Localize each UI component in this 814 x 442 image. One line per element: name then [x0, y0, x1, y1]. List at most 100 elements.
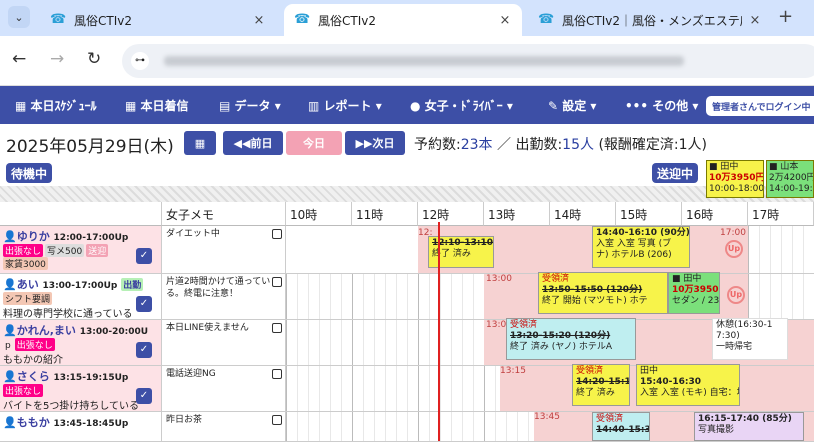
booking-line: 入室 入室 (モキ) 自宅：埼玉	[640, 388, 739, 398]
edit-icon[interactable]	[272, 277, 282, 287]
booking-card[interactable]: 受領済 13:50-15:50 (120分) 終了 開始 (マツモト) ホテ	[538, 272, 668, 314]
booking-card[interactable]: 田中15:40-16:30入室 入室 (モキ) 自宅：埼玉	[636, 364, 740, 406]
person-icon: 👤	[3, 370, 17, 383]
prev-day-button[interactable]: ◀◀前日	[223, 131, 283, 155]
booking-line: 7:30)	[716, 331, 740, 341]
browser-tab-2-active[interactable]: ☎ 風俗CTIv2 ×	[284, 4, 522, 36]
site-info-icon[interactable]: ⊶	[131, 52, 149, 70]
browser-tab-strip: ⌄ ☎ 風俗CTIv2 × ☎ 風俗CTIv2 × ☎ 風俗CTIv2｜風俗・メンズエステ…	[0, 0, 814, 36]
booking-card[interactable]: 14:40-16:10 (90分) 入室 入室 写真 (ブ ナ) ホテルB (206…	[592, 226, 690, 268]
booking-line: 終了 開始 (マツモト) ホテ	[542, 296, 648, 306]
address-input[interactable]: ⊶	[122, 44, 814, 78]
close-icon[interactable]: ×	[252, 13, 266, 28]
tab-search-button[interactable]: ⌄	[8, 6, 30, 28]
summary-label: (報酬確定済:1人)	[594, 137, 707, 153]
edit-icon[interactable]	[272, 369, 282, 379]
start-time-marker: 13:00	[486, 274, 512, 284]
new-tab-button[interactable]: +	[778, 6, 793, 27]
girl-name[interactable]: さくら	[17, 370, 50, 383]
person-icon: 👤	[3, 278, 17, 291]
girl-name[interactable]: ももか	[17, 416, 50, 429]
booking-line: 10万3950	[672, 285, 719, 295]
memo-cell[interactable]: 本日LINE使えません	[162, 320, 286, 365]
booking-line: セダン / 23-21	[672, 296, 720, 306]
edit-icon[interactable]	[272, 323, 282, 333]
booking-card[interactable]: 受領済14:20-15:10終了 済み	[572, 364, 630, 406]
driver-card[interactable]: ■ 田中 10万3950円 10:00-18:00	[706, 160, 764, 198]
favicon-icon: ☎	[50, 12, 67, 27]
tab-title: 風俗CTIv2	[318, 13, 376, 28]
girls-column-header	[0, 202, 162, 226]
girl-name[interactable]: ゆりか	[17, 230, 50, 243]
end-time-marker: 17:00	[720, 228, 746, 238]
waiting-area	[0, 186, 814, 202]
menu-label: データ ▾	[234, 99, 281, 113]
booking-card[interactable]: 受領済14:40-15:30	[592, 412, 650, 441]
browser-tab-1[interactable]: ☎ 風俗CTIv2 ×	[40, 4, 276, 36]
confirm-check-button[interactable]: ✓	[136, 388, 152, 404]
booking-line: ナ) ホテルB (206)	[596, 250, 672, 260]
close-icon[interactable]: ×	[498, 13, 512, 28]
booking-line: 田中	[640, 366, 659, 376]
menu-report[interactable]: ▥ レポート ▾	[308, 97, 382, 114]
login-status-badge: 管理者さんでログイン中	[706, 96, 814, 116]
reload-icon[interactable]: ↻	[87, 49, 101, 69]
girl-info[interactable]: 👤ももか 13:45-18:45Up	[0, 412, 162, 441]
driver-hours: 14:00-19:00	[769, 184, 813, 194]
person-icon: 👤	[3, 230, 17, 243]
next-day-button[interactable]: ▶▶次日	[345, 131, 405, 155]
tag: 出勤	[121, 278, 144, 291]
calendar-button[interactable]: ▦	[184, 131, 216, 155]
tag: シフト要調	[3, 292, 53, 305]
forward-arrow-icon[interactable]: →	[50, 49, 64, 69]
menu-girls-drivers[interactable]: ● 女子・ﾄﾞﾗｲﾊﾞｰ ▾	[410, 97, 513, 114]
booking-line: 一時帰宅	[716, 342, 753, 352]
shift-time: 13:15-19:15Up	[53, 373, 129, 383]
tag: 送迎	[86, 244, 109, 257]
driver-card[interactable]: ■ 山本2万4200円14:00-19:00	[766, 160, 814, 198]
shift-time: 13:00-17:00Up	[42, 281, 118, 291]
blurred-url	[164, 56, 684, 66]
current-time-line	[438, 222, 440, 441]
tab-title: 風俗CTIv2	[74, 13, 132, 28]
confirm-check-button[interactable]: ✓	[136, 296, 152, 312]
girl-row: 👤ももか 13:45-18:45Up 昨日お茶	[0, 412, 814, 442]
menu-other[interactable]: ••• その他 ▾	[625, 97, 698, 114]
browser-tab-3[interactable]: ☎ 風俗CTIv2｜風俗・メンズエステ店舗 ×	[528, 4, 772, 36]
memo-cell[interactable]: 昨日お茶	[162, 412, 286, 441]
menu-label: 女子・ﾄﾞﾗｲﾊﾞｰ ▾	[424, 99, 513, 113]
booking-card[interactable]: 16:15-17:40 (85分) 写真撮影	[694, 412, 804, 441]
attendance-count: 15人	[562, 137, 594, 153]
memo-cell[interactable]: 片道2時間かけて通ってい る。終電に注意！	[162, 274, 286, 319]
girl-row: 👤ゆりか 12:00-17:00Up 出張なし 写メ500 送迎 家賃3000 ダイ…	[0, 226, 814, 274]
summary-label: ／ 出勤数:	[492, 137, 563, 153]
menu-today-calls[interactable]: ▦ 本日着信	[125, 97, 189, 114]
tab-title: 風俗CTIv2｜風俗・メンズエステ店舗	[562, 13, 742, 28]
confirm-check-button[interactable]: ✓	[136, 342, 152, 358]
menu-today-schedule[interactable]: ▦ 本日ｽｹｼﾞｭｰﾙ	[15, 97, 97, 114]
memo-cell[interactable]: ダイエット中	[162, 226, 286, 273]
booking-line: ■ 田中	[672, 274, 702, 284]
booking-line: 受領済	[596, 414, 624, 424]
today-button[interactable]: 今日	[286, 131, 342, 155]
calendar-icon: ▦	[194, 136, 206, 150]
hour-header: 11時	[352, 202, 418, 226]
memo-cell[interactable]: 電話送迎NG	[162, 366, 286, 411]
back-arrow-icon[interactable]: ←	[12, 49, 26, 69]
edit-icon[interactable]	[272, 415, 282, 425]
edit-icon[interactable]	[272, 229, 282, 239]
shift-time: 13:45-18:45Up	[53, 419, 129, 429]
girl-name[interactable]: かれん,まい	[17, 324, 76, 337]
pickup-badge: 送迎中	[652, 163, 699, 183]
break-card[interactable]: 休憩(16:30-1 7:30) 一時帰宅	[712, 318, 788, 360]
up-icon[interactable]: Up	[727, 286, 745, 304]
girl-name[interactable]: あい	[17, 278, 39, 291]
confirm-check-button[interactable]: ✓	[136, 248, 152, 264]
close-icon[interactable]: ×	[748, 13, 762, 28]
booking-card[interactable]: 受領済 13:20-15:20 (120分) 終了 済み (ヤノ) ホテルA	[506, 318, 636, 360]
booking-card[interactable]: ■ 田中10万3950セダン / 23-21	[668, 272, 720, 314]
menu-data[interactable]: ▤ データ ▾	[219, 97, 281, 114]
up-icon[interactable]: Up	[725, 240, 743, 258]
hour-header: 14時	[550, 202, 616, 226]
menu-settings[interactable]: ✎ 設定 ▾	[548, 97, 596, 114]
